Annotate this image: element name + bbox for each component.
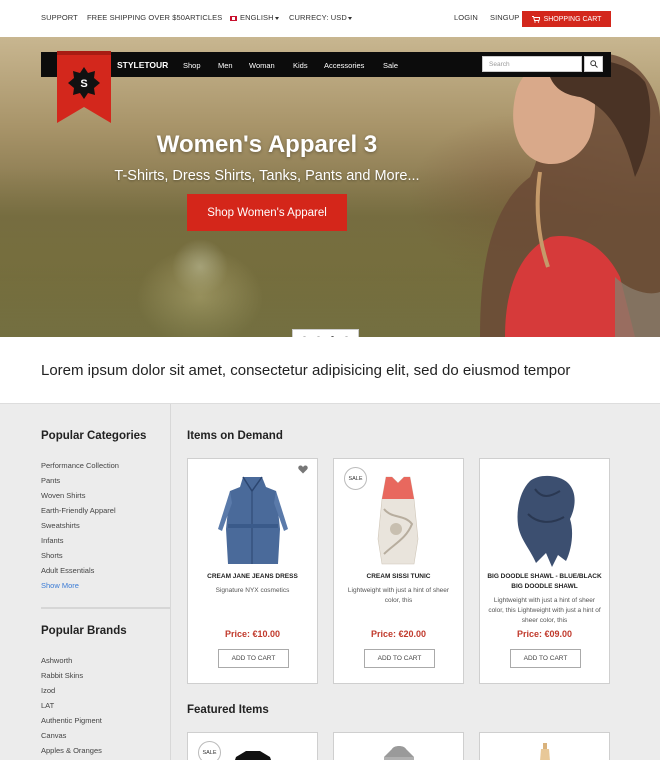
sidebar-divider (41, 607, 170, 609)
product-image[interactable] (188, 469, 317, 569)
brand-link[interactable]: Apples & Oranges (41, 746, 102, 755)
shopping-cart-button[interactable]: SHOPPING CART (522, 11, 611, 27)
top-utility-bar: SUPPORT FREE SHIPPING OVER $50 ARTICLES … (0, 0, 660, 37)
product-price: Price: €09.00 (516, 629, 573, 639)
add-to-cart-button[interactable]: ADD TO CART (510, 649, 581, 668)
svg-text:S: S (80, 78, 87, 90)
brand-link[interactable]: Ashworth (41, 656, 72, 665)
sale-badge: SALE (344, 467, 367, 490)
product-name[interactable]: CREAM JANE JEANS DRESS (194, 572, 311, 582)
shop-womens-apparel-button[interactable]: Shop Women's Apparel (187, 194, 347, 231)
add-to-cart-button[interactable]: ADD TO CART (218, 649, 289, 668)
slider-pagination (292, 329, 359, 337)
items-on-demand-heading: Items on Demand (187, 430, 283, 442)
currency-dropdown[interactable]: CURRECY: USD (289, 13, 352, 22)
nav-woman[interactable]: Woman (249, 61, 275, 70)
main-navigation: STYLETOUR Shop Men Woman Kids Accessorie… (41, 52, 611, 77)
search-icon (589, 60, 598, 68)
featured-product-card[interactable]: SALE (187, 732, 318, 760)
sidebar: Popular Categories Performance Collectio… (0, 404, 171, 760)
login-link[interactable]: LOGIN (454, 13, 478, 22)
hero-banner: STYLETOUR Shop Men Woman Kids Accessorie… (0, 37, 660, 337)
product-card[interactable]: SALE CREAM SISSI TUNIC Lightweight with … (333, 458, 464, 684)
category-link[interactable]: Infants (41, 536, 64, 545)
hero-model-image (480, 53, 660, 337)
search-input[interactable]: Search (482, 56, 582, 72)
category-link[interactable]: Performance Collection (41, 461, 119, 470)
currency-label: CURRECY: USD (289, 13, 347, 22)
search-button[interactable] (584, 56, 603, 72)
brand-link[interactable]: Rabbit Skins (41, 671, 83, 680)
hero-subtitle: T-Shirts, Dress Shirts, Tanks, Pants and… (114, 168, 420, 184)
popular-categories-heading: Popular Categories (41, 430, 147, 442)
featured-product-card[interactable] (333, 732, 464, 760)
articles-link[interactable]: ARTICLES (185, 13, 222, 22)
product-name[interactable]: CREAM SISSI TUNIC (340, 572, 457, 582)
product-description: Signature NYX cosmetics (215, 587, 290, 594)
hero-title: Women's Apparel 3 (156, 131, 378, 158)
featured-product-image[interactable] (374, 743, 424, 760)
category-link[interactable]: Shorts (41, 551, 63, 560)
brand-ribbon-logo[interactable]: S (57, 51, 111, 123)
featured-product-image[interactable] (228, 749, 278, 760)
language-dropdown[interactable]: ENGLISH (230, 13, 279, 22)
nav-sale[interactable]: Sale (383, 61, 398, 70)
category-link[interactable]: Earth-Friendly Apparel (41, 506, 116, 515)
category-link[interactable]: Pants (41, 476, 60, 485)
nav-accessories[interactable]: Accessories (324, 61, 364, 70)
product-card[interactable]: BIG DOODLE SHAWL - BLUE/BLACK BIG DOODLE… (479, 458, 610, 684)
product-description: Lightweight with just a hint of sheer co… (488, 597, 601, 624)
featured-product-card[interactable] (479, 732, 610, 760)
featured-product-image[interactable] (535, 743, 555, 760)
intro-text: Lorem ipsum dolor sit amet, consectetur … (41, 362, 571, 379)
brand-link[interactable]: LAT (41, 701, 54, 710)
brand-link[interactable]: Izod (41, 686, 55, 695)
uk-flag-icon (230, 15, 237, 21)
shopping-cart-label: SHOPPING CART (543, 15, 602, 23)
nav-men[interactable]: Men (218, 61, 233, 70)
product-card[interactable]: CREAM JANE JEANS DRESS Signature NYX cos… (187, 458, 318, 684)
product-image[interactable] (480, 469, 609, 569)
brand-link[interactable]: Canvas (41, 731, 66, 740)
support-link[interactable]: SUPPORT (41, 13, 78, 22)
product-price: Price: €20.00 (370, 629, 427, 639)
free-shipping-link[interactable]: FREE SHIPPING OVER $50 (87, 13, 185, 22)
category-link[interactable]: Woven Shirts (41, 491, 85, 500)
signup-link[interactable]: SINGUP (490, 13, 519, 22)
sale-badge: SALE (198, 741, 221, 760)
intro-banner: Lorem ipsum dolor sit amet, consectetur … (0, 337, 660, 404)
chevron-down-icon (347, 16, 352, 20)
chevron-down-icon (274, 16, 279, 20)
heart-icon[interactable] (298, 465, 308, 474)
product-description: Lightweight with just a hint of sheer co… (347, 587, 450, 604)
nav-shop[interactable]: Shop (183, 61, 201, 70)
category-link[interactable]: Adult Essentials (41, 566, 94, 575)
featured-items-heading: Featured Items (187, 704, 269, 716)
show-more-link[interactable]: Show More (41, 581, 79, 590)
language-label: ENGLISH (240, 13, 274, 22)
cart-icon (531, 16, 540, 23)
brand-logo-text[interactable]: STYLETOUR (117, 60, 168, 70)
brand-link[interactable]: Authentic Pigment (41, 716, 102, 725)
product-price: Price: €10.00 (224, 629, 281, 639)
product-name[interactable]: BIG DOODLE SHAWL - BLUE/BLACK BIG DOODLE… (486, 572, 603, 592)
popular-brands-heading: Popular Brands (41, 625, 127, 637)
category-link[interactable]: Sweatshirts (41, 521, 80, 530)
nav-kids[interactable]: Kids (293, 61, 308, 70)
add-to-cart-button[interactable]: ADD TO CART (364, 649, 435, 668)
